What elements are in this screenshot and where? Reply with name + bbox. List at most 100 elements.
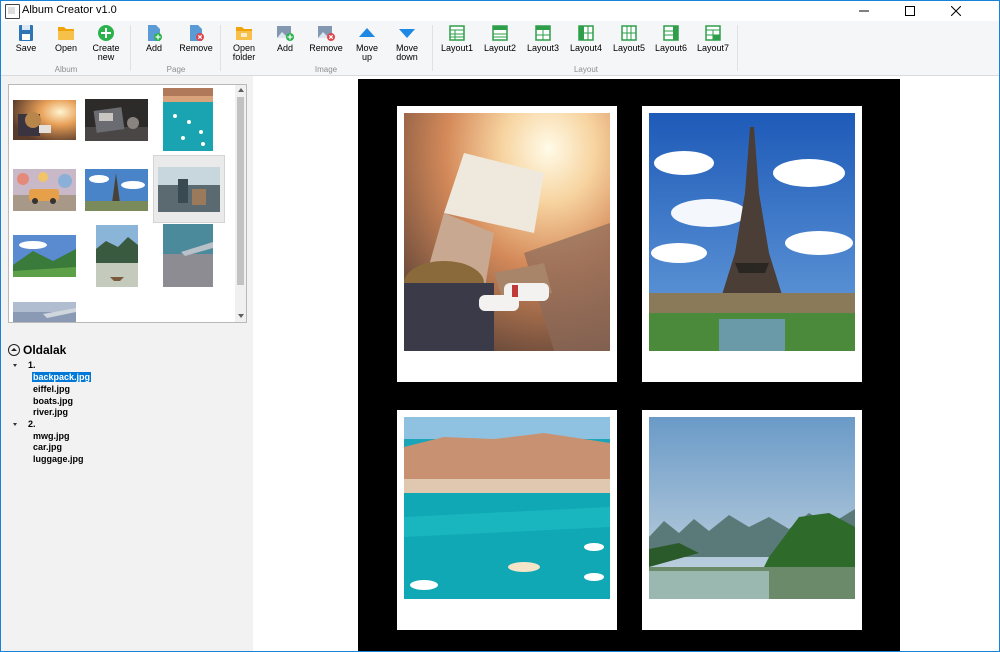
expand-arrow-icon[interactable]: [13, 423, 17, 426]
tree-file-item[interactable]: river.jpg: [33, 407, 68, 417]
photo-picture: [649, 113, 855, 351]
tree-file-item[interactable]: mwg.jpg: [33, 431, 70, 441]
window-title: Album Creator v1.0: [22, 4, 117, 16]
thumbnail-image[interactable]: [163, 224, 213, 287]
page-remove-button[interactable]: Remove: [174, 23, 218, 53]
photo-eiffel: [649, 113, 855, 351]
maximize-button[interactable]: [887, 1, 933, 21]
thumbnail-image[interactable]: [163, 88, 213, 151]
photo-frame[interactable]: [397, 410, 617, 630]
title-bar: Album Creator v1.0: [1, 1, 999, 21]
expand-arrow-icon[interactable]: [13, 364, 17, 367]
scroll-up-icon[interactable]: [238, 88, 244, 92]
thumbnail-picture: [13, 302, 76, 322]
move-up-button[interactable]: Move up: [345, 23, 389, 62]
layout3-button[interactable]: Layout3: [521, 23, 565, 53]
save-icon: [19, 25, 33, 41]
open-button[interactable]: Open: [44, 23, 88, 53]
thumbnail-picture: [13, 235, 76, 277]
app-window: Album Creator v1.0 Save Open Create new …: [0, 0, 1000, 652]
photo-boats: [404, 417, 610, 599]
open-folder-button[interactable]: Open folder: [222, 23, 266, 62]
image-remove-icon: [318, 26, 335, 41]
image-add-button[interactable]: Add: [263, 23, 307, 53]
thumbnail-image[interactable]: [13, 169, 76, 211]
thumbnail-image[interactable]: [13, 100, 76, 140]
layout2-button[interactable]: Layout2: [478, 23, 522, 53]
ribbon-separator: [737, 25, 738, 71]
photo-picture: [404, 417, 610, 599]
layout-grid-icon: [663, 25, 679, 41]
photo-backpack: [404, 113, 610, 351]
layout-grid-icon: [535, 25, 551, 41]
photo-frame[interactable]: [642, 410, 862, 630]
tree-file-item[interactable]: luggage.jpg: [33, 454, 84, 464]
thumbnail-picture: [85, 169, 148, 211]
add-circle-icon: [98, 25, 114, 41]
group-label-image: Image: [314, 65, 338, 74]
thumbnail-image[interactable]: [85, 99, 148, 141]
thumbnail-image[interactable]: [158, 167, 220, 212]
thumbnail-gallery: [8, 84, 247, 323]
app-icon: [5, 4, 20, 19]
thumbnail-picture: [85, 99, 148, 141]
tree-file-item[interactable]: car.jpg: [33, 442, 62, 452]
minimize-icon: [859, 10, 869, 12]
move-down-button[interactable]: Move down: [385, 23, 429, 62]
minimize-button[interactable]: [841, 1, 887, 21]
maximize-icon: [905, 6, 915, 16]
image-add-icon: [277, 26, 294, 41]
close-button[interactable]: [933, 1, 979, 21]
album-canvas: [253, 76, 999, 651]
left-pane: Oldalak 1. backpack.jpg eiffel.jpg boats…: [1, 76, 253, 651]
collapse-icon[interactable]: [8, 344, 20, 356]
page-add-button[interactable]: Add: [132, 23, 176, 53]
ribbon-separator: [432, 25, 433, 71]
group-label-page: Page: [166, 65, 186, 74]
tree-file-item[interactable]: backpack.jpg: [32, 372, 92, 382]
thumbnail-image[interactable]: [96, 225, 138, 287]
thumbnail-picture: [163, 88, 213, 151]
thumbnail-image[interactable]: [13, 235, 76, 277]
layout-grid-icon: [449, 25, 465, 41]
layout6-button[interactable]: Layout6: [649, 23, 693, 53]
scroll-down-icon[interactable]: [238, 314, 244, 318]
photo-river: [649, 417, 855, 599]
thumbnail-picture: [163, 224, 213, 287]
create-new-button[interactable]: Create new: [84, 23, 128, 62]
tree-page-node[interactable]: 2.: [28, 419, 36, 429]
group-label-layout: Layout: [573, 65, 599, 74]
layout7-button[interactable]: Layout7: [691, 23, 735, 53]
scroll-thumb[interactable]: [237, 97, 244, 285]
image-remove-button[interactable]: Remove: [304, 23, 348, 53]
layout-grid-icon: [578, 25, 594, 41]
thumbnail-image[interactable]: [85, 169, 148, 211]
tree-file-item[interactable]: boats.jpg: [33, 396, 73, 406]
thumbnail-scrollbar[interactable]: [235, 85, 246, 322]
thumbnail-picture: [13, 100, 76, 140]
photo-picture: [649, 417, 855, 599]
ribbon-separator: [220, 25, 221, 71]
photo-frame[interactable]: [642, 106, 862, 382]
layout5-button[interactable]: Layout5: [607, 23, 651, 53]
layout-grid-icon: [621, 25, 637, 41]
thumbnail-image[interactable]: [13, 302, 76, 322]
page-add-icon: [148, 25, 162, 41]
photo-picture: [404, 113, 610, 351]
ribbon-toolbar: Save Open Create new Album Add Remove Pa…: [1, 21, 999, 76]
open-folder-icon: [236, 27, 252, 40]
photo-frame[interactable]: [397, 106, 617, 382]
arrow-down-icon: [399, 29, 415, 38]
tree-page-node[interactable]: 1.: [28, 360, 36, 370]
save-button[interactable]: Save: [4, 23, 48, 53]
layout-grid-icon: [492, 25, 508, 41]
arrow-up-icon: [359, 28, 375, 37]
layout4-button[interactable]: Layout4: [564, 23, 608, 53]
tree-file-item[interactable]: eiffel.jpg: [33, 384, 70, 394]
close-icon: [951, 6, 961, 16]
ribbon-separator: [130, 25, 131, 71]
tree-root[interactable]: Oldalak: [8, 343, 66, 357]
thumbnail-picture: [13, 169, 76, 211]
layout1-button[interactable]: Layout1: [435, 23, 479, 53]
album-page: [358, 79, 900, 651]
